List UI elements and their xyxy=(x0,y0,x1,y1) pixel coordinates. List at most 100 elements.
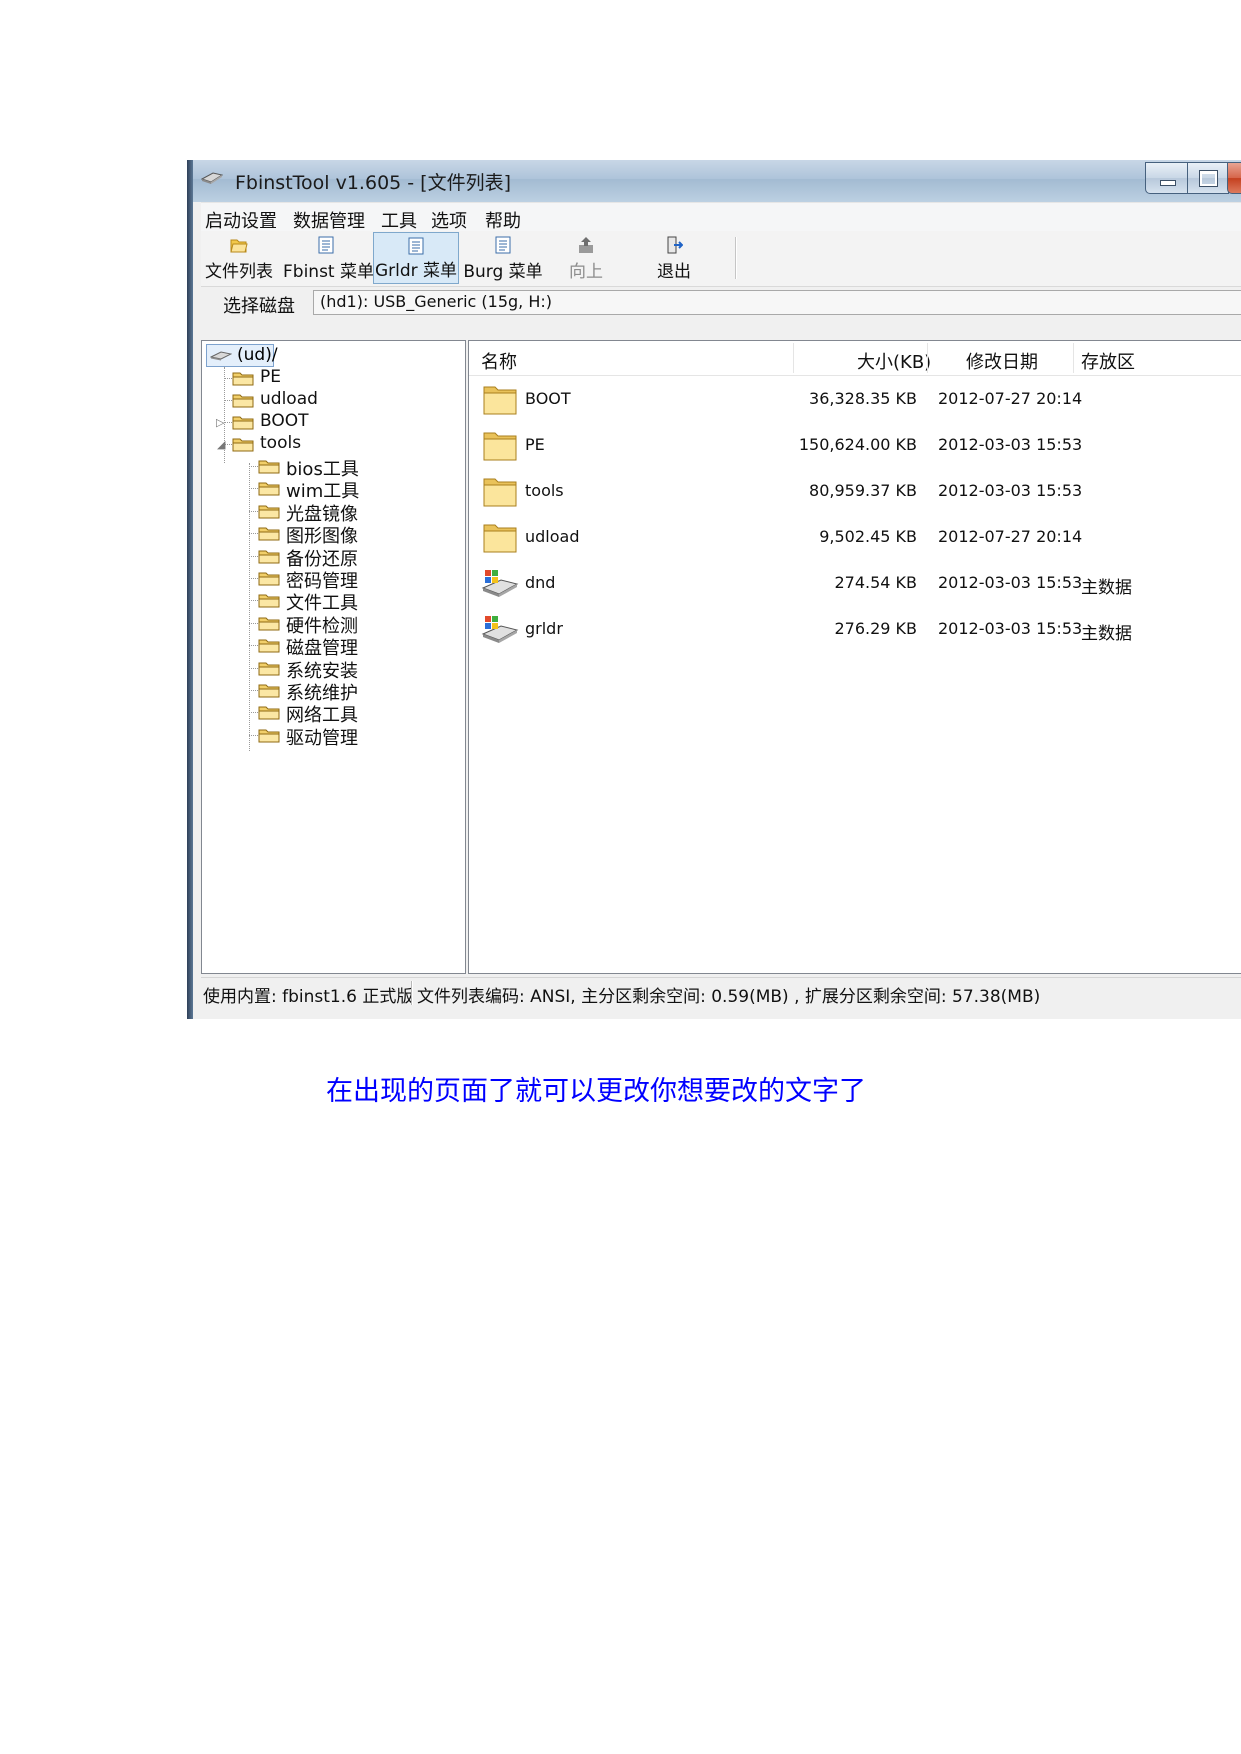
exit-door-icon xyxy=(667,236,683,254)
disk-select-label: 选择磁盘 xyxy=(223,296,295,317)
exit-button[interactable]: 退出 xyxy=(649,232,699,284)
tree-connector xyxy=(249,555,258,557)
folder-icon xyxy=(232,394,254,408)
expand-arrow-icon[interactable]: ▷ xyxy=(216,416,224,429)
folder-icon xyxy=(483,524,517,553)
tree-subitem-label: 驱动管理 xyxy=(286,727,358,749)
tree-connector xyxy=(249,622,258,624)
file-name: grldr xyxy=(525,619,563,638)
caption-text: 在出现的页面了就可以更改你想要改的文字了 xyxy=(326,1076,866,1107)
folder-icon xyxy=(483,386,517,415)
window-frame xyxy=(187,160,193,1019)
folder-icon xyxy=(258,505,280,519)
grldr-menu-button[interactable]: Grldr 菜单 xyxy=(373,232,459,284)
maximize-icon xyxy=(1199,170,1218,187)
file-size: 9,502.45 KB xyxy=(819,527,917,546)
tree-connector xyxy=(224,378,232,379)
tree-connector xyxy=(249,466,258,467)
column-separator[interactable] xyxy=(1073,343,1074,373)
file-list-label: 文件列表 xyxy=(205,262,273,282)
menu-boot-settings[interactable]: 启动设置 xyxy=(205,207,277,233)
file-size: 276.29 KB xyxy=(834,619,917,638)
tree-item-label: BOOT xyxy=(260,411,309,431)
folder-icon xyxy=(232,416,254,430)
close-button[interactable] xyxy=(1227,162,1241,194)
up-label: 向上 xyxy=(569,262,603,282)
list-row[interactable]: BOOT 36,328.35 KB 2012-07-27 20:14 xyxy=(469,377,1241,423)
menu-help[interactable]: 帮助 xyxy=(485,207,521,233)
tree-connector xyxy=(249,734,258,736)
column-date[interactable]: 修改日期 xyxy=(966,348,1038,374)
menu-document-icon xyxy=(495,236,511,254)
folder-icon xyxy=(258,662,280,676)
list-row[interactable]: dnd 274.54 KB 2012-03-03 15:53 主数据 xyxy=(469,561,1241,607)
client-area: 启动设置 数据管理 工具 选项 帮助 文件列表 Fbinst 菜单 Grldr … xyxy=(201,202,1241,1019)
menu-document-icon xyxy=(408,237,424,255)
folder-icon xyxy=(258,684,280,698)
window-title: FbinstTool v1.605 - [文件列表] xyxy=(235,172,512,194)
collapse-arrow-icon[interactable]: ◢ xyxy=(217,438,225,451)
list-row[interactable]: grldr 276.29 KB 2012-03-03 15:53 主数据 xyxy=(469,607,1241,653)
minimize-button[interactable] xyxy=(1145,162,1189,194)
file-name: tools xyxy=(525,481,564,500)
file-list[interactable]: 名称 大小(KB) 修改日期 存放区 BOOT 36,328.35 KB 2012-… xyxy=(468,340,1241,974)
tree-connector xyxy=(249,488,258,490)
file-date: 2012-03-03 15:53 xyxy=(938,435,1083,454)
folder-icon xyxy=(258,729,280,743)
list-row[interactable]: PE 150,624.00 KB 2012-03-03 15:53 xyxy=(469,423,1241,469)
file-name: PE xyxy=(525,435,545,454)
drive-icon xyxy=(201,172,223,184)
minimize-icon xyxy=(1160,180,1176,186)
fbinsttool-window: FbinstTool v1.605 - [文件列表] 启动设置 数据管理 工具 … xyxy=(187,160,1241,1019)
file-size: 274.54 KB xyxy=(834,573,917,592)
fbinst-menu-button[interactable]: Fbinst 菜单 xyxy=(283,232,374,284)
windows-drive-icon xyxy=(481,570,519,597)
disk-selector-row: 选择磁盘 (hd1): USB_Generic (15g, H:) xyxy=(201,288,1241,318)
list-row[interactable]: tools 80,959.37 KB 2012-03-03 15:53 xyxy=(469,469,1241,515)
maximize-button[interactable] xyxy=(1187,162,1229,194)
file-list-button[interactable]: 文件列表 xyxy=(203,232,275,284)
tree-connector xyxy=(224,422,232,423)
up-button[interactable]: 向上 xyxy=(561,232,611,284)
folder-icon xyxy=(232,372,254,386)
tree-connector xyxy=(249,645,258,647)
list-header: 名称 大小(KB) 修改日期 存放区 xyxy=(469,341,1241,376)
tree-connector xyxy=(249,667,258,669)
menu-data-management[interactable]: 数据管理 xyxy=(293,207,365,233)
disk-select-dropdown[interactable]: (hd1): USB_Generic (15g, H:) xyxy=(313,290,1241,315)
menu-options[interactable]: 选项 xyxy=(431,207,467,233)
column-name[interactable]: 名称 xyxy=(481,348,517,374)
up-folder-icon xyxy=(579,237,593,253)
tree-connector xyxy=(249,600,258,602)
file-size: 36,328.35 KB xyxy=(809,389,917,408)
folder-tree[interactable]: (ud)/ PE udload BOOT tools ▷ ◢ bios工具 wim工具 光盘镜… xyxy=(201,340,466,974)
file-date: 2012-07-27 20:14 xyxy=(938,389,1083,408)
burg-menu-button[interactable]: Burg 菜单 xyxy=(463,232,543,284)
folder-icon xyxy=(258,527,280,541)
column-separator[interactable] xyxy=(927,343,928,373)
menu-bar: 启动设置 数据管理 工具 选项 帮助 xyxy=(201,202,1241,233)
folder-icon xyxy=(258,617,280,631)
title-bar[interactable]: FbinstTool v1.605 - [文件列表] xyxy=(187,160,1241,202)
list-row[interactable]: udload 9,502.45 KB 2012-07-27 20:14 xyxy=(469,515,1241,561)
exit-label: 退出 xyxy=(657,262,691,282)
column-size[interactable]: 大小(KB) xyxy=(857,348,931,374)
column-location[interactable]: 存放区 xyxy=(1081,348,1135,374)
file-name: BOOT xyxy=(525,389,571,408)
column-separator[interactable] xyxy=(793,343,794,373)
file-date: 2012-07-27 20:14 xyxy=(938,527,1083,546)
status-bar: 使用内置: fbinst1.6 正式版 文件列表编码: ANSI, 主分区剩余空… xyxy=(201,977,1241,1008)
folder-icon xyxy=(483,432,517,461)
menu-tools[interactable]: 工具 xyxy=(381,207,417,233)
folder-open-icon xyxy=(230,239,248,253)
tree-item-label: udload xyxy=(260,389,318,409)
folder-icon xyxy=(258,639,280,653)
file-name: dnd xyxy=(525,573,556,592)
tree-root-node[interactable]: (ud)/ xyxy=(206,344,278,367)
folder-icon xyxy=(258,594,280,608)
toolbar-separator xyxy=(735,237,737,279)
file-name: udload xyxy=(525,527,580,546)
windows-drive-icon xyxy=(481,616,519,643)
tree-connector xyxy=(249,463,250,751)
menu-document-icon xyxy=(318,236,334,254)
